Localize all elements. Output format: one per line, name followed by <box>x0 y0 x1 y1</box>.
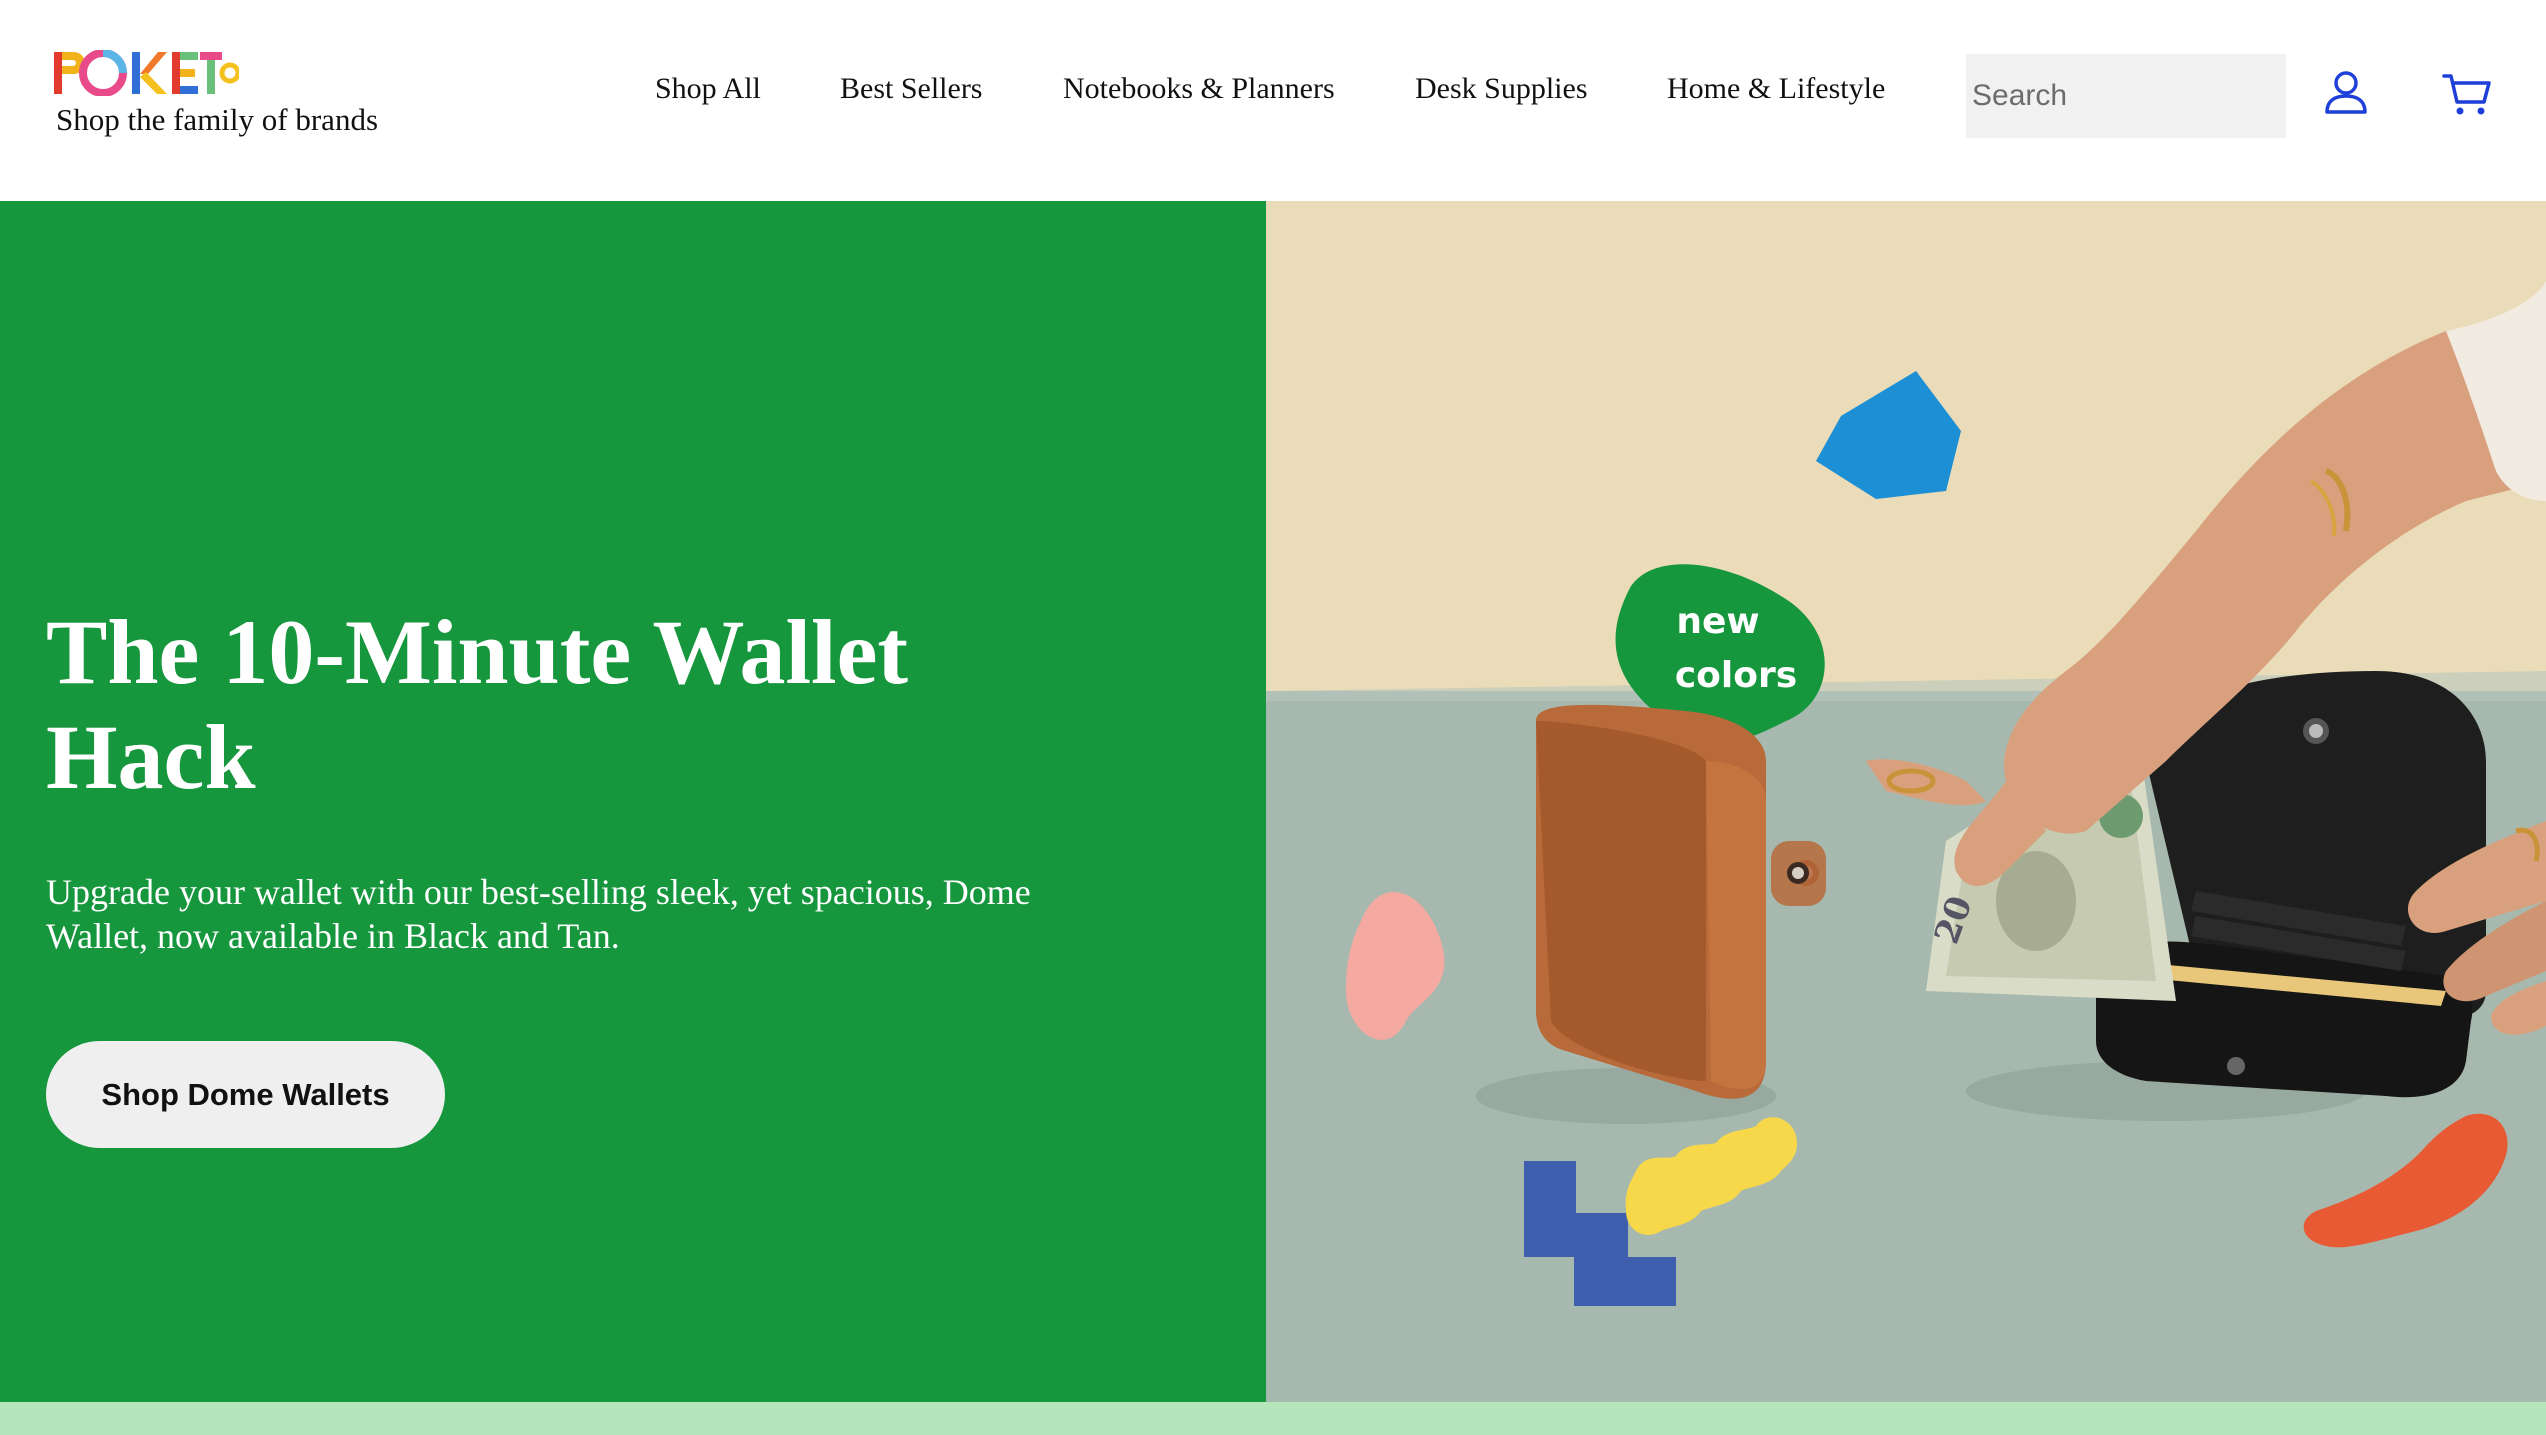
account-button[interactable] <box>2318 66 2374 122</box>
bottom-band <box>0 1402 2546 1435</box>
search-input[interactable] <box>1966 54 2286 138</box>
nav-item-best-sellers[interactable]: Best Sellers <box>840 72 983 106</box>
site-header: Shop the family of brands Shop All Best … <box>0 0 2546 201</box>
nav-item-desk-supplies[interactable]: Desk Supplies <box>1415 72 1588 106</box>
hero-panel: The 10-Minute Wallet Hack Upgrade your w… <box>0 201 1266 1402</box>
cart-icon <box>2442 74 2491 115</box>
badge-text-new: new <box>1676 601 1759 642</box>
poketo-logo <box>54 50 239 96</box>
nav-item-notebooks-planners[interactable]: Notebooks & Planners <box>1063 72 1335 106</box>
user-icon <box>2325 71 2367 114</box>
nav-item-shop-all[interactable]: Shop All <box>655 72 761 106</box>
nav-item-home-lifestyle[interactable]: Home & Lifestyle <box>1667 72 1885 106</box>
hero-title: The 10-Minute Wallet Hack <box>46 601 909 808</box>
brand-tagline: Shop the family of brands <box>56 102 379 137</box>
hero-subtitle: Upgrade your wallet with our best-sellin… <box>46 872 1031 956</box>
hero-image: new colors 20 <box>1266 201 2546 1402</box>
badge-text-colors: colors <box>1675 655 1797 696</box>
cart-button[interactable] <box>2440 66 2496 122</box>
wallet-photo: new colors 20 <box>1266 201 2546 1402</box>
shop-dome-wallets-button[interactable]: Shop Dome Wallets <box>46 1041 445 1148</box>
